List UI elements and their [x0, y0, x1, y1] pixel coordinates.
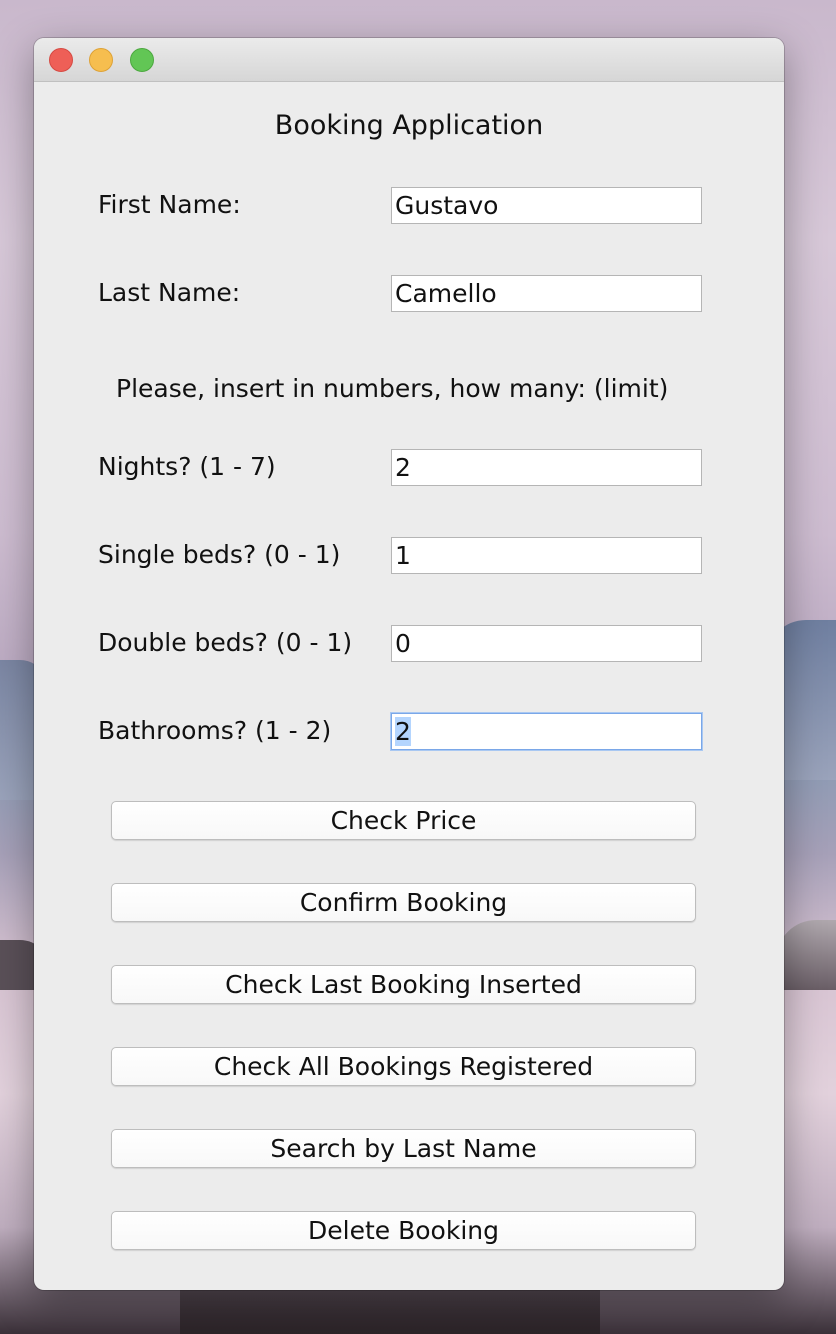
check-last-booking-button[interactable]: Check Last Booking Inserted — [111, 965, 696, 1004]
first-name-label: First Name: — [98, 190, 241, 219]
instructions-text: Please, insert in numbers, how many: (li… — [116, 374, 669, 403]
check-price-button[interactable]: Check Price — [111, 801, 696, 840]
nights-label: Nights? (1 - 7) — [98, 452, 276, 481]
single-beds-input[interactable]: 1 — [391, 537, 702, 574]
zoom-window-icon[interactable] — [130, 48, 154, 72]
minimize-window-icon[interactable] — [89, 48, 113, 72]
background-rock — [776, 920, 836, 990]
search-by-last-name-button[interactable]: Search by Last Name — [111, 1129, 696, 1168]
app-window: Booking Application First Name: Gustavo … — [34, 38, 784, 1290]
selected-text: 2 — [395, 717, 411, 746]
window-titlebar[interactable] — [34, 38, 784, 82]
delete-booking-button[interactable]: Delete Booking — [111, 1211, 696, 1250]
first-name-input[interactable]: Gustavo — [391, 187, 702, 224]
page-title: Booking Application — [274, 110, 544, 141]
double-beds-input[interactable]: 0 — [391, 625, 702, 662]
confirm-booking-button[interactable]: Confirm Booking — [111, 883, 696, 922]
bathrooms-input[interactable]: 2 — [391, 713, 702, 750]
bathrooms-label: Bathrooms? (1 - 2) — [98, 716, 332, 745]
nights-input[interactable]: 2 — [391, 449, 702, 486]
close-window-icon[interactable] — [49, 48, 73, 72]
last-name-input[interactable]: Camello — [391, 275, 702, 312]
last-name-label: Last Name: — [98, 278, 241, 307]
double-beds-label: Double beds? (0 - 1) — [98, 628, 353, 657]
single-beds-label: Single beds? (0 - 1) — [98, 540, 341, 569]
check-all-bookings-button[interactable]: Check All Bookings Registered — [111, 1047, 696, 1086]
